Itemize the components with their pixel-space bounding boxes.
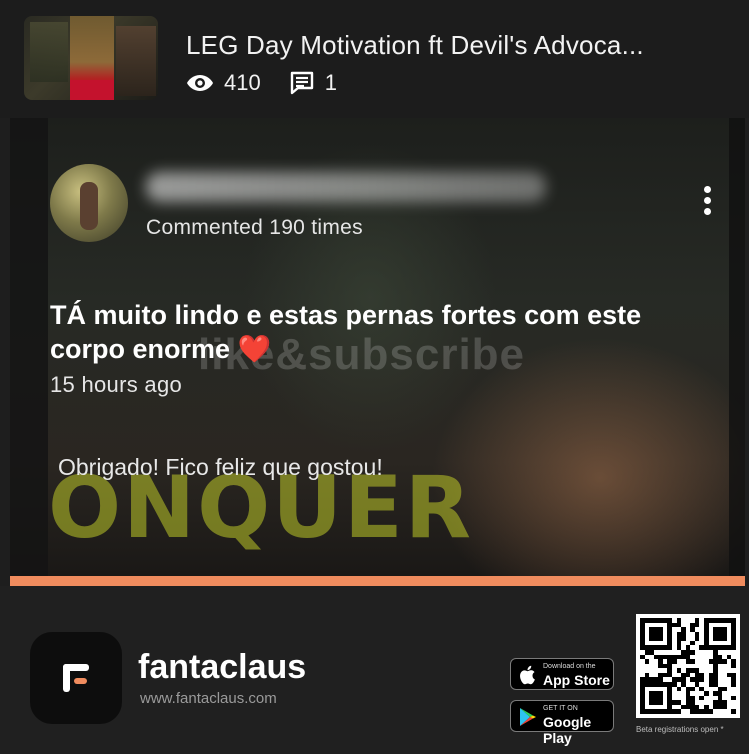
branding-footer: fantaclaus www.fantaclaus.com Download o… xyxy=(0,586,749,754)
avatar-figure xyxy=(80,182,98,230)
thumbnail-red-bar xyxy=(70,80,114,100)
app-store-badge[interactable]: Download on the App Store xyxy=(510,658,614,690)
more-vert-icon[interactable] xyxy=(700,186,714,220)
commenter-name-blurred xyxy=(146,172,546,202)
comment-timestamp: 15 hours ago xyxy=(50,372,183,397)
eye-icon xyxy=(187,75,213,91)
card-edge-left xyxy=(10,118,48,576)
google-play-badge[interactable]: GET IT ON Google Play xyxy=(510,700,614,746)
reply-text: Obrigado! Fico feliz que gostou! xyxy=(58,454,383,480)
brand-name: fantaclaus xyxy=(138,648,307,686)
accent-divider xyxy=(10,576,745,586)
comments-stat: 1 xyxy=(289,70,337,96)
beta-notice: Beta registrations open * xyxy=(636,725,724,734)
google-play-icon xyxy=(520,708,536,726)
qr-module xyxy=(731,709,736,714)
comment-icon xyxy=(290,71,313,95)
google-play-label: Google Play xyxy=(543,714,592,746)
comment-text-block: TÁ muito lindo e estas pernas fortes com… xyxy=(50,298,710,366)
comment-text: TÁ muito lindo e estas pernas fortes com… xyxy=(50,300,642,364)
fantaclaus-logo[interactable] xyxy=(30,632,122,724)
commenter-meta: Commented 190 times xyxy=(146,216,363,239)
google-play-small: GET IT ON xyxy=(543,705,578,712)
comment-card: like&subscribe ONQUER Commented 190 time… xyxy=(10,118,745,576)
logo-bar-stem xyxy=(63,664,70,692)
app-store-label: App Store xyxy=(543,672,610,688)
video-header: LEG Day Motivation ft Devil's Advoca... … xyxy=(0,0,749,118)
qr-code[interactable] xyxy=(636,614,740,718)
apple-icon xyxy=(520,665,535,685)
brand-url[interactable]: www.fantaclaus.com xyxy=(140,690,277,707)
app-store-small: Download on the xyxy=(543,663,596,670)
video-title[interactable]: LEG Day Motivation ft Devil's Advoca... xyxy=(186,30,644,61)
heart-emoji: ❤️ xyxy=(237,334,272,364)
commenter-avatar[interactable] xyxy=(50,164,128,242)
qr-code-grid xyxy=(640,618,736,714)
views-stat: 410 xyxy=(186,70,261,96)
thumbnail-panel-left xyxy=(30,22,68,82)
card-edge-right xyxy=(729,118,745,576)
comments-count: 1 xyxy=(324,70,337,95)
views-count: 410 xyxy=(224,70,261,95)
logo-bar-accent xyxy=(74,678,87,684)
video-thumbnail[interactable] xyxy=(24,16,158,100)
video-stats: 410 1 xyxy=(186,70,365,96)
thumbnail-panel-right xyxy=(116,26,156,96)
